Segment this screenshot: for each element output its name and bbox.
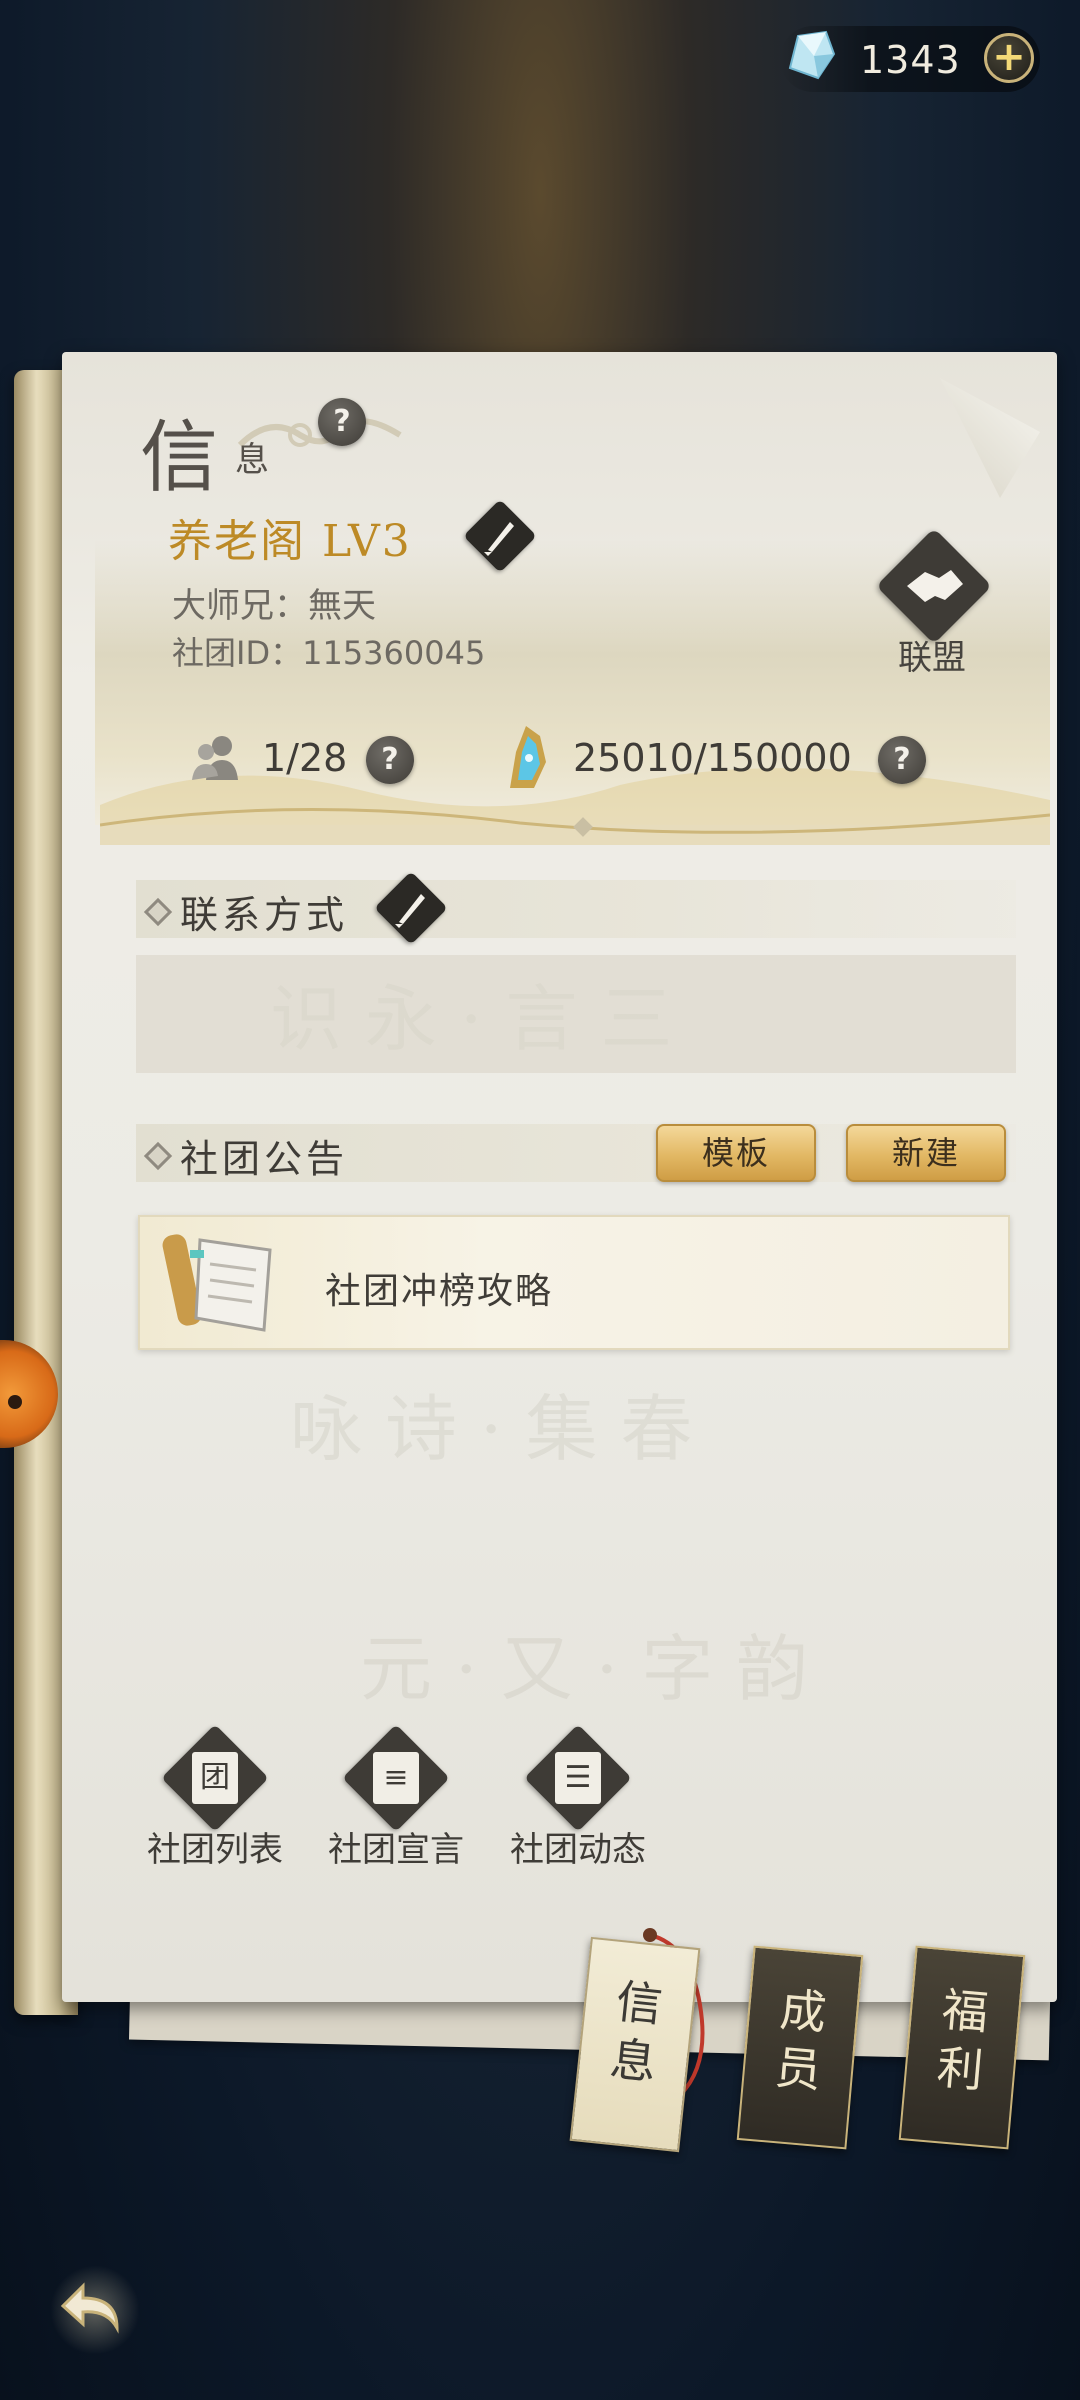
members-help-icon[interactable]: ? [366,736,414,784]
panel-title: 信 [140,413,219,503]
brush-icon [484,522,514,556]
add-currency-button[interactable]: + [984,33,1034,83]
help-icon[interactable]: ? [318,398,366,446]
assistant-eye [8,1395,22,1409]
alliance-label[interactable]: 联盟 [898,630,966,679]
panel-title-suffix: 息 [235,440,269,480]
experience-help-icon[interactable]: ? [878,736,926,784]
club-name-level: 养老阁 LV3 [168,516,412,567]
edit-name-button[interactable] [463,499,537,573]
club-id: 社团ID：115360045 [172,634,486,672]
notice-title: 社团公告 [180,1137,349,1181]
experience-crystal-icon [510,726,546,788]
scroll-book-icon [162,1234,272,1332]
notice-item-title[interactable]: 社团冲榜攻略 [325,1262,553,1314]
contact-title: 联系方式 [180,893,349,937]
edit-contact-button[interactable] [374,871,448,945]
tab-members[interactable]: 成员 [736,1945,864,2150]
club-leader: 大师兄：無天 [172,586,376,626]
club-list-label[interactable]: 社团列表 [125,1822,305,1871]
crystal-gem-icon [788,30,836,80]
club-list-icon: 团 [192,1752,238,1804]
brush-icon [395,894,425,928]
tab-info[interactable]: 信息 [569,1936,701,2153]
currency-amount: 1343 [860,38,961,82]
back-arrow-icon [60,2282,119,2334]
club-manifesto-label[interactable]: 社团宣言 [306,1822,486,1871]
tab-benefits[interactable]: 福利 [898,1945,1026,2150]
club-manifesto-icon: ≡ [373,1752,419,1804]
member-count: 1/28 [262,736,348,780]
contact-text-box[interactable] [136,955,1016,1073]
handshake-icon [907,570,963,602]
club-news-icon: ☰ [555,1752,601,1804]
club-news-label[interactable]: 社团动态 [488,1822,668,1871]
template-button[interactable]: 模板 [656,1124,816,1182]
members-icon [192,736,238,780]
experience-value: 25010/150000 [573,736,852,780]
background-calligraphy: 咏 诗 · 集 春 [290,1387,693,1471]
new-notice-button[interactable]: 新建 [846,1124,1006,1182]
background-calligraphy: 元 · 又 · 字 韵 [360,1627,809,1711]
